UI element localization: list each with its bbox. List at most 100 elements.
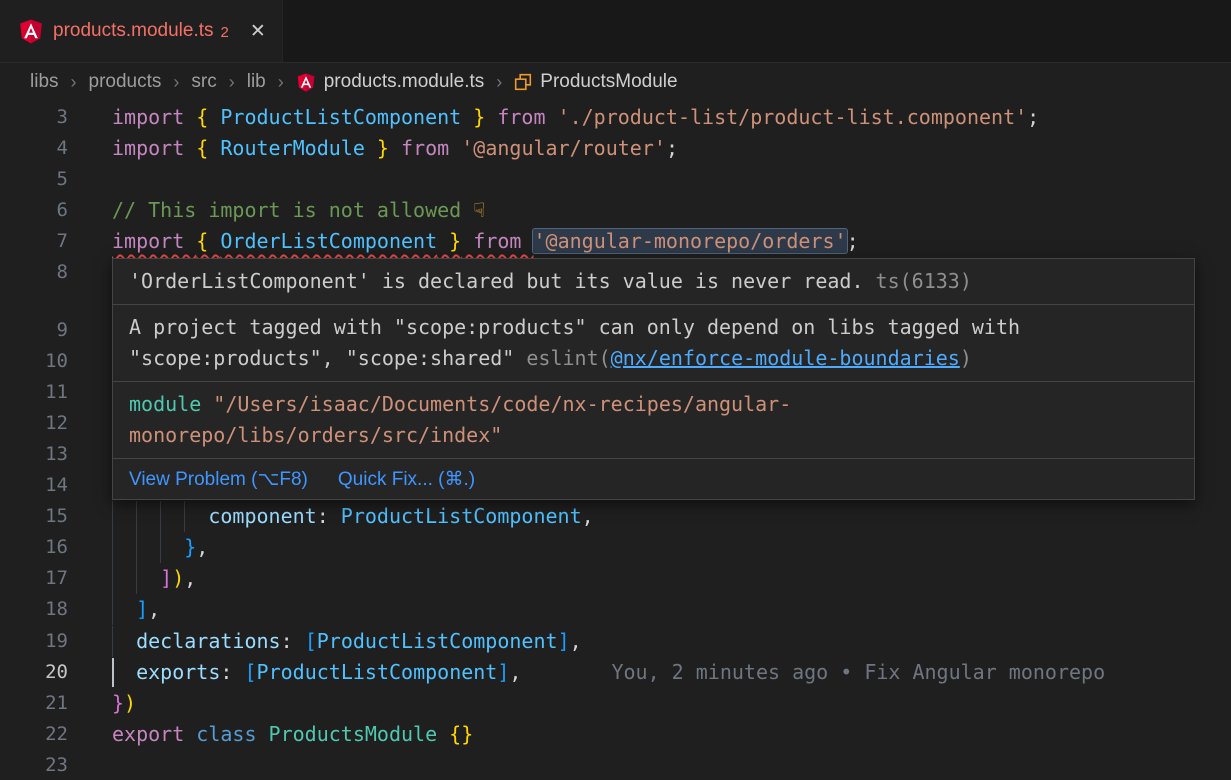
angular-icon bbox=[296, 72, 316, 93]
code-token: ) bbox=[124, 691, 136, 715]
code-token: } bbox=[365, 136, 389, 160]
hover-text: eslint( bbox=[526, 346, 610, 370]
code-token: , bbox=[148, 597, 160, 621]
hover-text-line: monorepo/libs/orders/src/index" bbox=[129, 420, 1178, 451]
line-number[interactable]: 10 bbox=[0, 346, 68, 377]
code-line-23: 23 bbox=[0, 750, 1231, 780]
hover-actions: View Problem (⌥F8) Quick Fix... (⌘.) bbox=[113, 458, 1194, 499]
code-line-content[interactable]: }, bbox=[112, 532, 208, 563]
line-number[interactable]: 7 bbox=[0, 226, 68, 257]
line-number[interactable]: 5 bbox=[0, 164, 68, 195]
breadcrumb-label: src bbox=[191, 71, 216, 93]
line-number[interactable]: 22 bbox=[0, 719, 68, 750]
problems-count-badge: 2 bbox=[221, 24, 229, 41]
hover-text-line: module "/Users/isaac/Documents/code/nx-r… bbox=[129, 389, 1178, 420]
line-number[interactable]: 4 bbox=[0, 133, 68, 164]
code-token bbox=[112, 597, 136, 621]
line-number[interactable]: 11 bbox=[0, 377, 68, 408]
line-number[interactable]: 3 bbox=[0, 102, 68, 133]
line-number[interactable]: 16 bbox=[0, 532, 68, 563]
code-line-content[interactable]: ]), bbox=[112, 563, 196, 594]
line-number[interactable]: 20 bbox=[0, 657, 68, 688]
code-line-content[interactable]: import { OrderListComponent } from '@ang… bbox=[112, 226, 859, 257]
breadcrumb-item-libs[interactable]: libs bbox=[30, 71, 59, 93]
code-token bbox=[112, 660, 136, 684]
code-editor[interactable]: 3 import { ProductListComponent } from '.… bbox=[0, 101, 1231, 780]
code-line-17: 17 ]), bbox=[0, 563, 1231, 594]
breadcrumb-item-lib[interactable]: lib bbox=[247, 71, 266, 93]
breadcrumb-label: ProductsModule bbox=[540, 71, 677, 93]
code-token: from bbox=[389, 136, 461, 160]
code-line-content[interactable]: import { RouterModule } from '@angular/r… bbox=[112, 133, 678, 164]
code-token: ] bbox=[497, 660, 509, 684]
code-line-content[interactable]: export class ProductsModule {} bbox=[112, 719, 473, 750]
breadcrumb-separator: › bbox=[496, 72, 502, 93]
hover-popup: 'OrderListComponent' is declared but its… bbox=[112, 258, 1195, 500]
code-token bbox=[112, 535, 184, 559]
line-number[interactable]: 21 bbox=[0, 688, 68, 719]
code-token: { bbox=[196, 136, 220, 160]
line-number[interactable]: 6 bbox=[0, 195, 68, 226]
code-token: } bbox=[461, 105, 485, 129]
breadcrumb-label: lib bbox=[247, 71, 266, 93]
tab-products-module[interactable]: products.module.ts 2 ✕ bbox=[0, 0, 283, 62]
hover-text-line: 'OrderListComponent' is declared but its… bbox=[129, 266, 1178, 297]
code-token: {} bbox=[449, 722, 473, 746]
code-token bbox=[112, 504, 208, 528]
code-line-content[interactable]: declarations: [ProductListComponent], bbox=[112, 626, 582, 657]
line-number[interactable]: 9 bbox=[0, 315, 68, 346]
line-number[interactable]: 17 bbox=[0, 563, 68, 594]
breadcrumb-item-src[interactable]: src bbox=[191, 71, 216, 93]
quick-fix-button[interactable]: Quick Fix... (⌘.) bbox=[338, 468, 475, 491]
code-token: , bbox=[570, 629, 582, 653]
breadcrumb-item-products-module-ts[interactable]: products.module.ts bbox=[296, 71, 485, 93]
breadcrumb-item-products[interactable]: products bbox=[89, 71, 162, 93]
code-line-content[interactable]: ], bbox=[112, 594, 160, 625]
line-number[interactable]: 18 bbox=[0, 594, 68, 625]
breadcrumb-separator: › bbox=[229, 72, 235, 93]
breadcrumb-label: products.module.ts bbox=[324, 71, 485, 93]
code-token: ProductListComponent bbox=[341, 504, 582, 528]
hover-text: ) bbox=[960, 346, 972, 370]
close-icon[interactable]: ✕ bbox=[250, 20, 266, 43]
hover-section-ts-diagnostic: 'OrderListComponent' is declared but its… bbox=[113, 259, 1194, 304]
code-token: ☟ bbox=[473, 198, 485, 222]
code-line-18: 18 ], bbox=[0, 594, 1231, 625]
hover-text: A project tagged with "scope:products" c… bbox=[129, 315, 1020, 339]
code-line-content[interactable]: }) bbox=[112, 688, 136, 719]
hover-text: ts(6133) bbox=[864, 269, 972, 293]
line-number[interactable]: 8 bbox=[0, 257, 68, 288]
line-number[interactable]: 13 bbox=[0, 439, 68, 470]
code-token: class bbox=[196, 722, 268, 746]
eslint-rule-link[interactable]: @nx/enforce-module-boundaries bbox=[611, 346, 960, 370]
code-line-3: 3 import { ProductListComponent } from '.… bbox=[0, 102, 1231, 133]
line-number[interactable]: 15 bbox=[0, 501, 68, 532]
code-line-content[interactable]: import { ProductListComponent } from './… bbox=[112, 102, 1039, 133]
line-number[interactable]: 14 bbox=[0, 470, 68, 501]
breadcrumb-item-productsmodule[interactable]: ProductsModule bbox=[514, 71, 677, 93]
code-token: } bbox=[437, 229, 461, 253]
code-token: RouterModule bbox=[220, 136, 365, 160]
line-number[interactable]: 19 bbox=[0, 626, 68, 657]
code-line-21: 21}) bbox=[0, 688, 1231, 719]
code-token: , bbox=[196, 535, 208, 559]
code-token: ProductListComponent bbox=[317, 629, 558, 653]
code-line-15: 15 component: ProductListComponent, bbox=[0, 501, 1231, 532]
code-line-content[interactable]: // This import is not allowed ☟ bbox=[112, 195, 485, 226]
code-token: ) bbox=[172, 566, 184, 590]
view-problem-button[interactable]: View Problem (⌥F8) bbox=[129, 468, 308, 491]
code-line-content[interactable]: component: ProductListComponent, bbox=[112, 501, 594, 532]
line-number[interactable]: 12 bbox=[0, 408, 68, 439]
hover-text: "scope:products", "scope:shared" bbox=[129, 346, 526, 370]
code-token: , bbox=[509, 660, 521, 684]
hover-text: module bbox=[129, 392, 213, 416]
breadcrumb-separator: › bbox=[173, 72, 179, 93]
code-line-4: 4 import { RouterModule } from '@angular/… bbox=[0, 133, 1231, 164]
line-number[interactable]: 23 bbox=[0, 750, 68, 780]
breadcrumb-label: libs bbox=[30, 71, 59, 93]
code-line-7: 7 import { OrderListComponent } from '@an… bbox=[0, 226, 1231, 257]
hover-section-module-info: module "/Users/isaac/Documents/code/nx-r… bbox=[113, 381, 1194, 458]
class-icon bbox=[514, 73, 532, 91]
code-token: export bbox=[112, 722, 196, 746]
code-line-content[interactable]: exports: [ProductListComponent],You, 2 m… bbox=[112, 657, 1105, 688]
